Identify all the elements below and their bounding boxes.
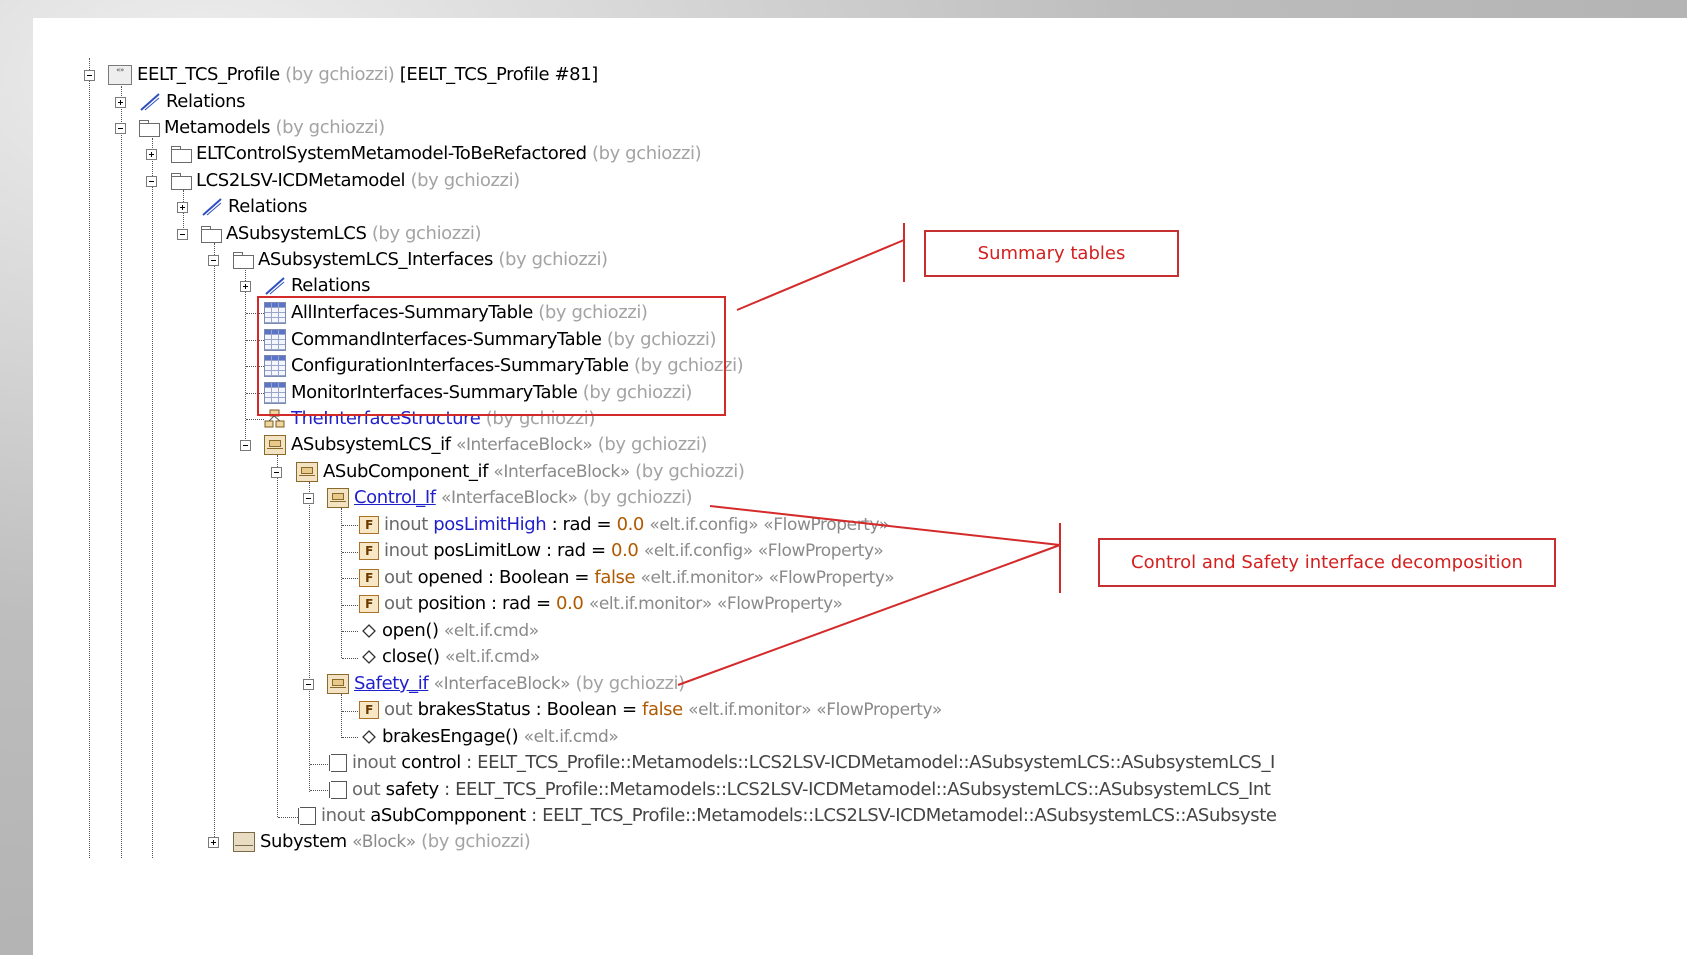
control-callout-leader — [709, 505, 1061, 546]
control-safety-callout: Control and Safety interface decompositi… — [1098, 538, 1556, 587]
annotation-lines — [677, 223, 1061, 686]
summary-callout-leader — [736, 239, 905, 311]
summary-tables-callout: Summary tables — [924, 230, 1179, 277]
safety-callout-leader — [677, 544, 1061, 686]
